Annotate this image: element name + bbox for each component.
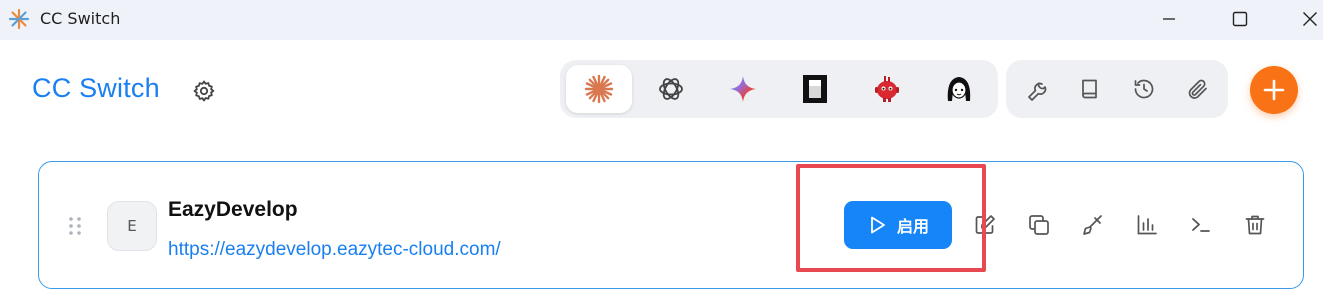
openai-knot-icon: [659, 78, 683, 100]
window-title: CC Switch: [40, 9, 121, 28]
terminal-button[interactable]: [1185, 209, 1217, 241]
minimize-icon: [1163, 18, 1175, 20]
play-icon: [871, 216, 885, 234]
close-button[interactable]: [1287, 0, 1323, 38]
app-tab-gemini[interactable]: [710, 65, 776, 113]
provider-avatar: E: [107, 201, 157, 251]
enable-label: 启用: [896, 217, 929, 236]
wrench-icon: [1028, 82, 1047, 101]
toolbar: [1006, 60, 1228, 118]
claude-starburst-icon: [584, 74, 614, 104]
delete-button[interactable]: [1239, 209, 1271, 241]
terminal-icon: [1192, 218, 1210, 232]
stats-icon: [1137, 215, 1157, 235]
edit-icon: [975, 215, 995, 234]
enable-button[interactable]: 启用: [844, 201, 952, 249]
edit-button[interactable]: [969, 209, 1001, 241]
plus-icon: [1263, 79, 1285, 101]
delete-icon: [1245, 215, 1265, 235]
paperclip-icon: [1188, 79, 1207, 99]
app-tab-openai[interactable]: [638, 65, 704, 113]
provider-name: EazyDevelop: [168, 198, 298, 221]
tool-history-button[interactable]: [1126, 71, 1162, 107]
minimize-button[interactable]: [1146, 0, 1192, 38]
app-switcher: [560, 60, 998, 118]
gemini-sparkle-icon: [730, 76, 756, 102]
title-bar: CC Switch: [0, 0, 1323, 40]
add-provider-button[interactable]: [1250, 66, 1298, 114]
maximize-icon: [1232, 11, 1248, 27]
provider-card[interactable]: E EazyDevelop https://eazydevelop.eazyte…: [38, 161, 1304, 289]
tool-wrench-button[interactable]: [1018, 71, 1054, 107]
app-tab-black-square[interactable]: [782, 65, 848, 113]
app-tab-claude[interactable]: [566, 65, 632, 113]
brush-button[interactable]: [1077, 209, 1109, 241]
close-icon: [1303, 12, 1317, 26]
book-icon: [1082, 79, 1097, 99]
app-tab-red-robot[interactable]: [854, 65, 920, 113]
anime-character-icon: [947, 77, 971, 101]
drag-handle-icon[interactable]: [68, 216, 82, 236]
tool-book-button[interactable]: [1072, 71, 1108, 107]
tool-attach-button[interactable]: [1180, 71, 1216, 107]
copy-icon: [1029, 215, 1049, 235]
gear-icon: [193, 80, 215, 102]
settings-button[interactable]: [189, 76, 219, 106]
copy-button[interactable]: [1023, 209, 1055, 241]
history-icon: [1134, 79, 1154, 99]
app-tab-character[interactable]: [926, 65, 992, 113]
brand-title: CC Switch: [32, 73, 160, 103]
provider-url[interactable]: https://eazydevelop.eazytec-cloud.com/: [168, 239, 501, 261]
brush-icon: [1083, 215, 1102, 235]
app-logo-icon: [8, 8, 30, 30]
maximize-button[interactable]: [1217, 0, 1263, 38]
black-square-app-icon: [803, 75, 827, 103]
stats-button[interactable]: [1131, 209, 1163, 241]
red-robot-icon: [875, 76, 899, 102]
